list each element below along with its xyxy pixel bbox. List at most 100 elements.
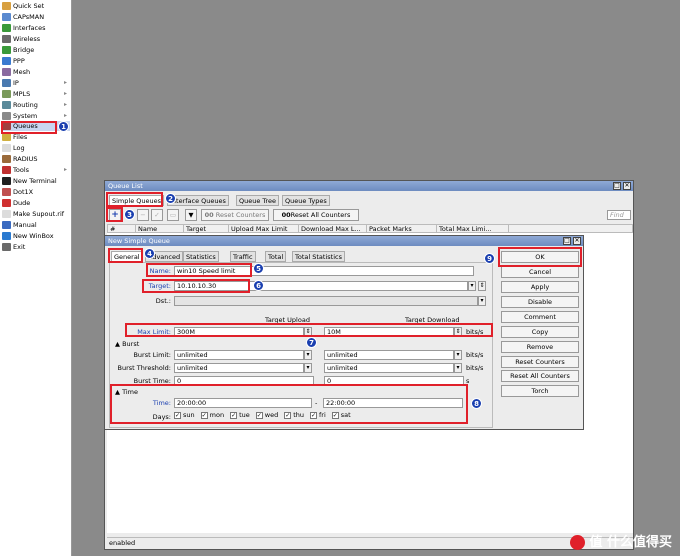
burst-section-header[interactable]: ▲ Burst	[115, 340, 139, 348]
sidebar-item-bridge[interactable]: Bridge	[2, 45, 70, 55]
comment-button[interactable]: ▭	[167, 209, 179, 221]
burst-limit-download[interactable]: unlimited	[324, 350, 454, 360]
find-input[interactable]: Find	[607, 210, 631, 220]
day-checkbox-thu[interactable]: ✓ thu	[284, 411, 304, 419]
enable-button[interactable]: ✓	[151, 209, 163, 221]
filter-button[interactable]: ▼	[185, 209, 197, 221]
burst-limit-upload[interactable]: unlimited	[174, 350, 304, 360]
exit-icon	[2, 242, 11, 251]
badge-5: 5	[253, 263, 264, 274]
mesh-icon	[2, 67, 11, 76]
reset-counters-button[interactable]: 00 Reset Counters	[201, 209, 269, 221]
burst-limit-download-dropdown[interactable]: ▾	[454, 350, 462, 360]
burst-time-upload[interactable]: 0	[174, 376, 314, 386]
burst-limit-upload-dropdown[interactable]: ▾	[304, 350, 312, 360]
sidebar-item-dot1x[interactable]: Dot1X	[2, 187, 70, 197]
day-checkbox-wed[interactable]: ✓ wed	[255, 411, 278, 419]
reset-counters-button[interactable]: Reset Counters	[501, 356, 579, 368]
tab-total[interactable]: Total	[265, 251, 287, 262]
day-checkbox-mon[interactable]: ✓ mon	[200, 411, 224, 419]
comment-button[interactable]: Comment	[501, 311, 579, 323]
burst-threshold-download[interactable]: unlimited	[324, 363, 454, 373]
name-field[interactable]: win10 Speed limit	[174, 266, 474, 276]
reset-all-counters-label: Reset All Counters	[290, 211, 351, 219]
dialog-titlebar[interactable]: New Simple Queue	[105, 236, 583, 246]
sidebar-item-radius[interactable]: RADIUS	[2, 154, 70, 164]
ok-button[interactable]: OK	[501, 251, 579, 263]
badge-7: 7	[306, 337, 317, 348]
max-limit-download-dropdown[interactable]: ⇕	[454, 327, 462, 337]
torch-button[interactable]: Torch	[501, 385, 579, 397]
queue-list-titlebar[interactable]: Queue List	[105, 181, 633, 191]
add-button[interactable]: +	[109, 209, 121, 221]
cancel-button[interactable]: Cancel	[501, 266, 579, 278]
sidebar-item-label: PPP	[13, 56, 25, 65]
ppp-icon	[2, 56, 11, 65]
sidebar-item-routing[interactable]: Routing ▸	[2, 100, 70, 110]
target-dropdown[interactable]: ▾	[468, 281, 476, 291]
burst-time-download[interactable]: 0	[324, 376, 464, 386]
sidebar-item-capsman[interactable]: CAPsMAN	[2, 12, 70, 22]
badge-9: 9	[484, 253, 495, 264]
burst-threshold-upload[interactable]: unlimited	[174, 363, 304, 373]
apply-button[interactable]: Apply	[501, 281, 579, 293]
max-limit-upload[interactable]: 300M	[174, 327, 304, 337]
time-to-field[interactable]: 22:00:00	[323, 398, 463, 408]
day-label: tue	[239, 411, 250, 419]
sidebar-item-dude[interactable]: Dude	[2, 198, 70, 208]
sidebar-item-label: Routing	[13, 100, 38, 109]
sidebar-item-label: Files	[13, 133, 28, 142]
time-section-header[interactable]: ▲ Time	[115, 388, 138, 396]
close-button[interactable]: ✕	[623, 182, 631, 190]
reset-all-counters-button[interactable]: 00Reset All Counters	[273, 209, 359, 221]
tab-traffic[interactable]: Traffic	[230, 251, 256, 262]
dst-field[interactable]	[174, 296, 478, 306]
target-add[interactable]: ⇕	[478, 281, 486, 291]
dialog-maximize-button[interactable]: □	[563, 237, 571, 245]
day-checkbox-sun[interactable]: ✓ sun	[174, 411, 195, 419]
reset-all-counters-button[interactable]: Reset All Counters	[501, 370, 579, 382]
time-from-field[interactable]: 20:00:00	[174, 398, 312, 408]
sidebar-item-exit[interactable]: Exit	[2, 242, 70, 252]
sidebar-item-ppp[interactable]: PPP	[2, 56, 70, 66]
sidebar-item-new-winbox[interactable]: New WinBox	[2, 231, 70, 241]
tab-total-statistics[interactable]: Total Statistics	[292, 251, 345, 262]
maximize-button[interactable]: □	[613, 182, 621, 190]
max-limit-download[interactable]: 10M	[324, 327, 454, 337]
sidebar-item-interfaces[interactable]: Interfaces	[2, 23, 70, 33]
tab-queue-tree[interactable]: Queue Tree	[236, 195, 279, 206]
sidebar-item-quick-set[interactable]: Quick Set	[2, 1, 70, 11]
target-field[interactable]: 10.10.10.30	[174, 281, 468, 291]
dialog-close-button[interactable]: ✕	[573, 237, 581, 245]
max-limit-upload-dropdown[interactable]: ⇕	[304, 327, 312, 337]
sidebar-item-mesh[interactable]: Mesh	[2, 67, 70, 77]
burst-threshold-download-dropdown[interactable]: ▾	[454, 363, 462, 373]
burst-threshold-upload-dropdown[interactable]: ▾	[304, 363, 312, 373]
sidebar-item-wireless[interactable]: Wireless	[2, 34, 70, 44]
name-label: Name:	[149, 267, 171, 275]
day-checkbox-fri[interactable]: ✓ fri	[310, 411, 326, 419]
tab-statistics[interactable]: Statistics	[183, 251, 219, 262]
sidebar-item-new-terminal[interactable]: New Terminal	[2, 176, 70, 186]
day-checkbox-sat[interactable]: ✓ sat	[331, 411, 351, 419]
copy-button[interactable]: Copy	[501, 326, 579, 338]
sidebar-item-ip[interactable]: IP ▸	[2, 78, 70, 88]
tab-queue-types[interactable]: Queue Types	[282, 195, 330, 206]
tab-simple-queues[interactable]: Simple Queues	[109, 195, 165, 206]
sidebar-item-make-supout-rif[interactable]: Make Supout.rif	[2, 209, 70, 219]
day-checkbox-tue[interactable]: ✓ tue	[230, 411, 250, 419]
sidebar-item-tools[interactable]: Tools ▸	[2, 165, 70, 175]
disable-button[interactable]: Disable	[501, 296, 579, 308]
sidebar-item-manual[interactable]: Manual	[2, 220, 70, 230]
remove-button[interactable]: Remove	[501, 341, 579, 353]
sidebar-item-label: IP	[13, 78, 19, 87]
tab-interface-queues[interactable]: Interface Queues	[167, 195, 229, 206]
routing-icon	[2, 100, 11, 109]
dst-dropdown[interactable]: ▾	[478, 296, 486, 306]
sidebar-item-files[interactable]: Files	[2, 132, 70, 142]
sidebar-item-mpls[interactable]: MPLS ▸	[2, 89, 70, 99]
tab-general[interactable]: General	[111, 251, 143, 262]
sidebar-item-log[interactable]: Log	[2, 143, 70, 153]
remove-button[interactable]: −	[137, 209, 149, 221]
sidebar-item-system[interactable]: System ▸	[2, 111, 70, 121]
